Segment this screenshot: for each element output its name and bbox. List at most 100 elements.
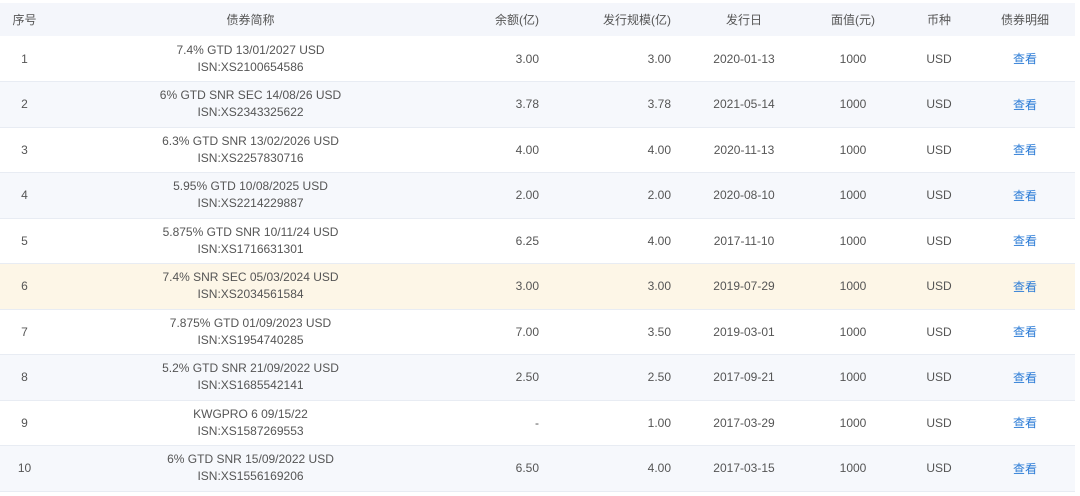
currency-cell: USD bbox=[926, 370, 952, 385]
currency-cell: USD bbox=[926, 324, 952, 339]
table-row[interactable]: 5 5.875% GTD SNR 10/11/24 USD ISN:XS1716… bbox=[0, 218, 1075, 264]
issue-scale-cell: 3.00 bbox=[647, 51, 671, 66]
face-value-cell: 1000 bbox=[839, 461, 867, 476]
table-row[interactable]: 8 5.2% GTD SNR 21/09/2022 USD ISN:XS1685… bbox=[0, 354, 1075, 401]
bond-isin: ISN:XS2343325622 bbox=[197, 105, 304, 120]
balance-cell: 3.78 bbox=[515, 97, 539, 112]
issue-date-cell: 2017-11-10 bbox=[713, 233, 775, 248]
table-row[interactable]: 10 6% GTD SNR 15/09/2022 USD ISN:XS15561… bbox=[0, 445, 1075, 492]
table-row[interactable]: 9 KWGPRO 6 09/15/22 ISN:XS1587269553 - 1… bbox=[0, 400, 1075, 446]
bond-name-cell: 5.95% GTD 10/08/2025 USD ISN:XS221422988… bbox=[49, 173, 452, 219]
face-value-cell: 1000 bbox=[839, 142, 867, 157]
balance-cell: 2.00 bbox=[515, 188, 539, 203]
face-value-cell: 1000 bbox=[839, 188, 867, 203]
balance-cell: 7.00 bbox=[515, 324, 539, 339]
balance-cell: 2.50 bbox=[515, 370, 539, 385]
header-bond-name[interactable]: 债券简称 bbox=[49, 3, 452, 36]
view-detail-link[interactable]: 查看 bbox=[1013, 189, 1037, 203]
table-row[interactable]: 1 7.4% GTD 13/01/2027 USD ISN:XS21006545… bbox=[0, 36, 1075, 82]
row-index: 1 bbox=[21, 51, 28, 66]
balance-cell: 6.50 bbox=[515, 461, 539, 476]
header-balance[interactable]: 余额(亿) bbox=[452, 3, 553, 36]
issue-date-cell: 2020-08-10 bbox=[713, 188, 775, 203]
header-index[interactable]: 序号 bbox=[0, 3, 49, 36]
face-value-cell: 1000 bbox=[839, 415, 867, 430]
detail-cell: 查看 bbox=[975, 173, 1075, 219]
row-index: 3 bbox=[21, 142, 28, 157]
row-index: 4 bbox=[21, 188, 28, 203]
detail-cell: 查看 bbox=[975, 218, 1075, 264]
issue-scale-cell: 4.00 bbox=[647, 233, 671, 248]
detail-cell: 查看 bbox=[975, 400, 1075, 446]
view-detail-link[interactable]: 查看 bbox=[1013, 416, 1037, 430]
currency-cell: USD bbox=[926, 461, 952, 476]
currency-cell: USD bbox=[926, 415, 952, 430]
detail-cell: 查看 bbox=[975, 309, 1075, 355]
bond-isin: ISN:XS1716631301 bbox=[197, 241, 304, 256]
balance-cell: 6.25 bbox=[515, 233, 539, 248]
bond-name-cell: 7.875% GTD 01/09/2023 USD ISN:XS19547402… bbox=[49, 309, 452, 355]
view-detail-link[interactable]: 查看 bbox=[1013, 52, 1037, 66]
bond-isin: ISN:XS2257830716 bbox=[197, 150, 304, 165]
table-row[interactable]: 6 7.4% SNR SEC 05/03/2024 USD ISN:XS2034… bbox=[0, 263, 1075, 309]
header-currency[interactable]: 币种 bbox=[903, 3, 975, 36]
issue-scale-cell: 4.00 bbox=[647, 142, 671, 157]
view-detail-link[interactable]: 查看 bbox=[1013, 371, 1037, 385]
currency-cell: USD bbox=[926, 188, 952, 203]
issue-date-cell: 2021-05-14 bbox=[713, 97, 775, 112]
bond-name: 5.95% GTD 10/08/2025 USD bbox=[173, 179, 328, 194]
view-detail-link[interactable]: 查看 bbox=[1013, 234, 1037, 248]
view-detail-link[interactable]: 查看 bbox=[1013, 462, 1037, 476]
issue-scale-cell: 4.00 bbox=[647, 461, 671, 476]
face-value-cell: 1000 bbox=[839, 324, 867, 339]
view-detail-link[interactable]: 查看 bbox=[1013, 280, 1037, 294]
bond-name: 5.2% GTD SNR 21/09/2022 USD bbox=[162, 361, 339, 376]
bond-name: 7.875% GTD 01/09/2023 USD bbox=[169, 315, 332, 330]
face-value-cell: 1000 bbox=[839, 279, 867, 294]
bond-isin: ISN:XS2214229887 bbox=[197, 196, 304, 211]
view-detail-link[interactable]: 查看 bbox=[1013, 325, 1037, 339]
issue-scale-cell: 2.00 bbox=[647, 188, 671, 203]
header-face-value[interactable]: 面值(元) bbox=[803, 3, 903, 36]
bond-name: 6% GTD SNR SEC 14/08/26 USD bbox=[159, 88, 342, 103]
bond-isin: ISN:XS1954740285 bbox=[197, 332, 304, 347]
table-row[interactable]: 2 6% GTD SNR SEC 14/08/26 USD ISN:XS2343… bbox=[0, 81, 1075, 128]
issue-scale-cell: 3.50 bbox=[647, 324, 671, 339]
bond-name-cell: 6% GTD SNR SEC 14/08/26 USD ISN:XS234332… bbox=[49, 82, 452, 128]
issue-date-cell: 2019-07-29 bbox=[713, 279, 775, 294]
row-index: 7 bbox=[21, 324, 28, 339]
header-issue-date[interactable]: 发行日 bbox=[685, 3, 803, 36]
table-row[interactable]: 4 5.95% GTD 10/08/2025 USD ISN:XS2214229… bbox=[0, 172, 1075, 219]
row-index: 9 bbox=[21, 415, 28, 430]
header-issue-scale[interactable]: 发行规模(亿) bbox=[553, 3, 685, 36]
bond-name-cell: 6.3% GTD SNR 13/02/2026 USD ISN:XS225783… bbox=[49, 127, 452, 173]
bond-name-cell: 6% GTD SNR 15/09/2022 USD ISN:XS15561692… bbox=[49, 446, 452, 492]
bond-name: 7.4% SNR SEC 05/03/2024 USD bbox=[162, 270, 339, 285]
issue-date-cell: 2020-11-13 bbox=[713, 142, 775, 157]
issue-scale-cell: 1.00 bbox=[647, 415, 671, 430]
issue-date-cell: 2017-03-29 bbox=[713, 415, 775, 430]
bond-isin: ISN:XS1587269553 bbox=[197, 423, 304, 438]
table-row[interactable]: 3 6.3% GTD SNR 13/02/2026 USD ISN:XS2257… bbox=[0, 127, 1075, 173]
detail-cell: 查看 bbox=[975, 127, 1075, 173]
currency-cell: USD bbox=[926, 51, 952, 66]
view-detail-link[interactable]: 查看 bbox=[1013, 98, 1037, 112]
bond-name-cell: 7.4% GTD 13/01/2027 USD ISN:XS2100654586 bbox=[49, 36, 452, 82]
row-index: 6 bbox=[21, 279, 28, 294]
bond-name-cell: 5.2% GTD SNR 21/09/2022 USD ISN:XS168554… bbox=[49, 355, 452, 401]
balance-cell: 3.00 bbox=[515, 51, 539, 66]
balance-cell: 3.00 bbox=[515, 279, 539, 294]
currency-cell: USD bbox=[926, 233, 952, 248]
bond-name-cell: KWGPRO 6 09/15/22 ISN:XS1587269553 bbox=[49, 400, 452, 446]
view-detail-link[interactable]: 查看 bbox=[1013, 143, 1037, 157]
bond-isin: ISN:XS2034561584 bbox=[197, 287, 304, 302]
table-row[interactable]: 7 7.875% GTD 01/09/2023 USD ISN:XS195474… bbox=[0, 309, 1075, 355]
issue-date-cell: 2019-03-01 bbox=[713, 324, 775, 339]
table-header: 序号 债券简称 余额(亿) 发行规模(亿) 发行日 面值(元) 币种 债券明细 bbox=[0, 3, 1075, 36]
bond-name: 7.4% GTD 13/01/2027 USD bbox=[176, 42, 325, 57]
issue-date-cell: 2020-01-13 bbox=[713, 51, 775, 66]
row-index: 10 bbox=[17, 461, 32, 476]
detail-cell: 查看 bbox=[975, 355, 1075, 401]
face-value-cell: 1000 bbox=[839, 51, 867, 66]
currency-cell: USD bbox=[926, 279, 952, 294]
